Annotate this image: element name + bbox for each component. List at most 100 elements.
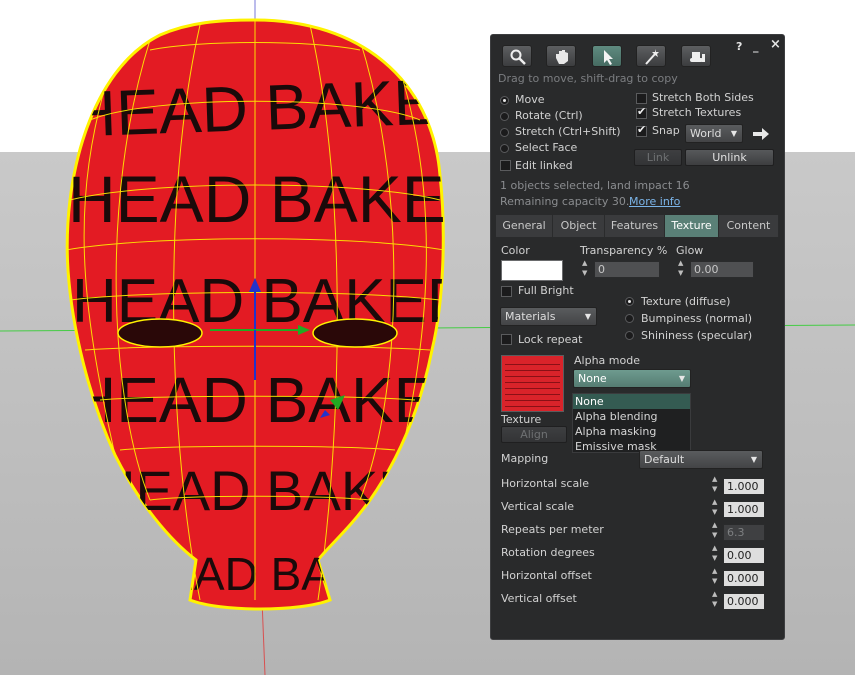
map-bumpiness-label[interactable]: Bumpiness (normal) [641,312,752,325]
color-label: Color [501,244,530,257]
mode-select-face-radio[interactable] [500,144,509,153]
selection-status: 1 objects selected, land impact 16 [500,179,690,192]
mapping-value: Default [644,453,685,466]
texture-label: Texture [501,413,542,426]
close-button[interactable]: × [770,37,781,52]
map-bumpiness-radio[interactable] [625,314,634,323]
mode-rotate-label[interactable]: Rotate (Ctrl) [515,109,583,122]
horizontal-offset-field[interactable]: 0.000 [723,570,765,587]
alpha-option-none[interactable]: None [573,394,690,409]
horizontal-offset-spinner[interactable] [710,567,722,586]
horizontal-scale-field[interactable]: 1.000 [723,478,765,495]
color-swatch[interactable] [501,260,563,281]
chevron-down-icon: ▼ [584,312,591,321]
mode-move-label[interactable]: Move [515,93,545,106]
focus-tool-button[interactable] [502,45,532,67]
materials-combo[interactable]: Materials ▼ [500,307,597,326]
vertical-offset-spinner[interactable] [710,590,722,609]
rotation-degrees-label: Rotation degrees [501,546,595,559]
mode-rotate-radio[interactable] [500,112,509,121]
baked-text-4: HEAD BAKED [70,364,483,436]
lock-repeat-label[interactable]: Lock repeat [518,333,582,346]
transparency-spinner[interactable] [580,259,592,278]
repeats-per-meter-spinner[interactable] [710,521,722,540]
mode-move-radio[interactable] [500,96,509,105]
help-button[interactable]: ? [736,40,742,53]
transparency-field[interactable]: 0 [594,261,660,278]
map-shininess-radio[interactable] [625,331,634,340]
vertical-scale-field[interactable]: 1.000 [723,501,765,518]
stretch-both-sides-checkbox[interactable] [636,93,647,104]
materials-combo-value: Materials [505,310,556,323]
alpha-mode-combo[interactable]: None ▼ [573,369,691,388]
unlink-button[interactable]: Unlink [685,149,774,166]
horizontal-scale-spinner[interactable] [710,475,722,494]
stretch-textures-checkbox[interactable] [636,105,647,119]
mode-select-face-label[interactable]: Select Face [515,141,577,154]
tab-texture[interactable]: Texture [665,215,719,237]
link-button[interactable]: Link [634,149,682,166]
texture-thumbnail[interactable] [501,355,564,412]
snap-checkbox[interactable] [636,123,647,137]
glow-field[interactable]: 0.00 [690,261,754,278]
vertical-offset-field[interactable]: 0.000 [723,593,765,610]
rotation-degrees-field[interactable]: 0.00 [723,547,765,564]
edit-tool-button[interactable] [592,45,622,67]
map-texture-label[interactable]: Texture (diffuse) [641,295,730,308]
arrow-right-icon[interactable] [753,128,769,140]
transparency-label: Transparency % [580,244,668,257]
magic-wand-create-icon [645,49,659,65]
snap-mode-value: World [690,127,722,140]
tab-bar: General Object Features Texture Content [496,215,779,237]
tab-object[interactable]: Object [553,215,605,237]
vertical-offset-label: Vertical offset [501,592,577,605]
alpha-mode-label: Alpha mode [574,354,640,367]
full-bright-label[interactable]: Full Bright [518,284,574,297]
snap-label[interactable]: Snap [652,124,680,137]
remaining-capacity: Remaining capacity 30. [500,195,630,208]
rotation-degrees-spinner[interactable] [710,544,722,563]
snap-mode-combo[interactable]: World ▼ [685,124,743,143]
repeats-per-meter-label: Repeats per meter [501,523,604,536]
chevron-down-icon: ▼ [678,374,685,383]
repeats-per-meter-field[interactable]: 6.3 [723,524,765,541]
glow-spinner[interactable] [676,259,688,278]
mode-stretch-label[interactable]: Stretch (Ctrl+Shift) [515,125,621,138]
tab-features[interactable]: Features [605,215,665,237]
lock-repeat-checkbox[interactable] [501,334,512,345]
magnifier-icon [510,49,526,65]
grab-hand-icon [556,50,568,64]
vertical-scale-label: Vertical scale [501,500,575,513]
alpha-option-blending[interactable]: Alpha blending [573,409,690,424]
vertical-scale-spinner[interactable] [710,498,722,517]
more-info-link[interactable]: More info [629,195,680,208]
baked-text-6: HEAD BAKED [130,548,427,600]
mapping-combo[interactable]: Default ▼ [639,450,763,469]
stretch-both-sides-label[interactable]: Stretch Both Sides [652,91,754,104]
horizontal-offset-label: Horizontal offset [501,569,592,582]
alpha-mode-value: None [578,372,607,385]
chevron-down-icon: ▼ [730,129,737,138]
tab-content[interactable]: Content [719,215,779,237]
map-shininess-label[interactable]: Shininess (specular) [641,329,752,342]
land-tool-button[interactable] [681,45,711,67]
full-bright-checkbox[interactable] [501,286,512,297]
glow-label: Glow [676,244,704,257]
minimize-button[interactable]: _ [753,40,759,53]
align-button[interactable]: Align [501,426,567,443]
create-tool-button[interactable] [636,45,666,67]
edit-linked-label[interactable]: Edit linked [515,159,573,172]
build-tools-floater[interactable]: ? _ × Drag to move, shift-drag to copy M… [490,34,785,640]
alpha-mode-dropdown: None Alpha blending Alpha masking Emissi… [572,393,691,453]
tab-general[interactable]: General [496,215,553,237]
mode-stretch-radio[interactable] [500,128,509,137]
stretch-textures-label[interactable]: Stretch Textures [652,106,741,119]
baked-text-2: HEAD BAKED [68,162,493,236]
alpha-option-masking[interactable]: Alpha masking [573,424,690,439]
edit-linked-checkbox[interactable] [500,160,511,171]
horizontal-scale-label: Horizontal scale [501,477,590,490]
grab-tool-button[interactable] [546,45,576,67]
map-texture-radio[interactable] [625,297,634,306]
drag-hint: Drag to move, shift-drag to copy [498,72,678,85]
mapping-label: Mapping [501,452,549,465]
